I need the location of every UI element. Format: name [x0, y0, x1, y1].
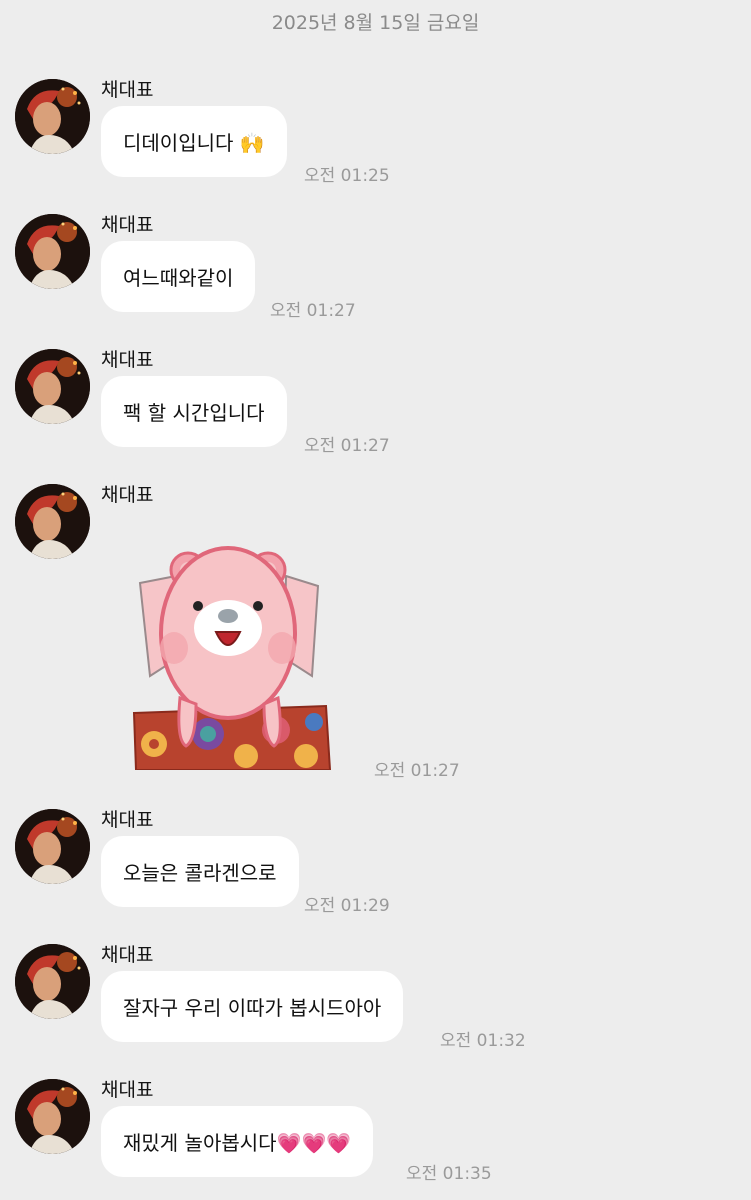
message-time: 오전 01:27 [270, 301, 356, 321]
message-bubble[interactable]: 재밌게 놀아봅시다💗💗💗 [101, 1106, 374, 1177]
message-time: 오전 01:25 [304, 166, 390, 186]
sender-name: 채대표 [101, 349, 154, 371]
avatar-image [15, 484, 90, 559]
message-time: 오전 01:27 [374, 761, 460, 781]
avatar-image [15, 349, 90, 424]
avatar-image [15, 1079, 90, 1154]
pink-bear-sticker[interactable] [126, 508, 336, 774]
message-bubble[interactable]: 디데이입니다 🙌 [101, 106, 287, 177]
avatar[interactable] [15, 484, 90, 559]
avatar[interactable] [15, 809, 90, 884]
avatar[interactable] [15, 349, 90, 424]
message-time: 오전 01:29 [304, 896, 390, 916]
avatar-image [15, 214, 90, 289]
message-time: 오전 01:35 [406, 1164, 492, 1184]
sender-name: 채대표 [101, 809, 154, 831]
sender-name: 채대표 [101, 1079, 154, 1101]
avatar[interactable] [15, 214, 90, 289]
avatar-image [15, 944, 90, 1019]
message-bubble[interactable]: 여느때와같이 [101, 241, 256, 312]
avatar[interactable] [15, 79, 90, 154]
avatar[interactable] [15, 944, 90, 1019]
sender-name: 채대표 [101, 944, 154, 966]
avatar-image [15, 79, 90, 154]
avatar[interactable] [15, 1079, 90, 1154]
sender-name: 채대표 [101, 214, 154, 236]
avatar-image [15, 809, 90, 884]
sender-name: 채대표 [101, 484, 154, 506]
message-bubble[interactable]: 잘자구 우리 이따가 봅시드아아 [101, 971, 404, 1042]
message-time: 오전 01:27 [304, 436, 390, 456]
date-header: 2025년 8월 15일 금요일 [271, 12, 480, 34]
message-time: 오전 01:32 [440, 1031, 526, 1051]
message-bubble[interactable]: 팩 할 시간입니다 [101, 376, 287, 447]
message-bubble[interactable]: 오늘은 콜라겐으로 [101, 836, 299, 907]
sender-name: 채대표 [101, 79, 154, 101]
